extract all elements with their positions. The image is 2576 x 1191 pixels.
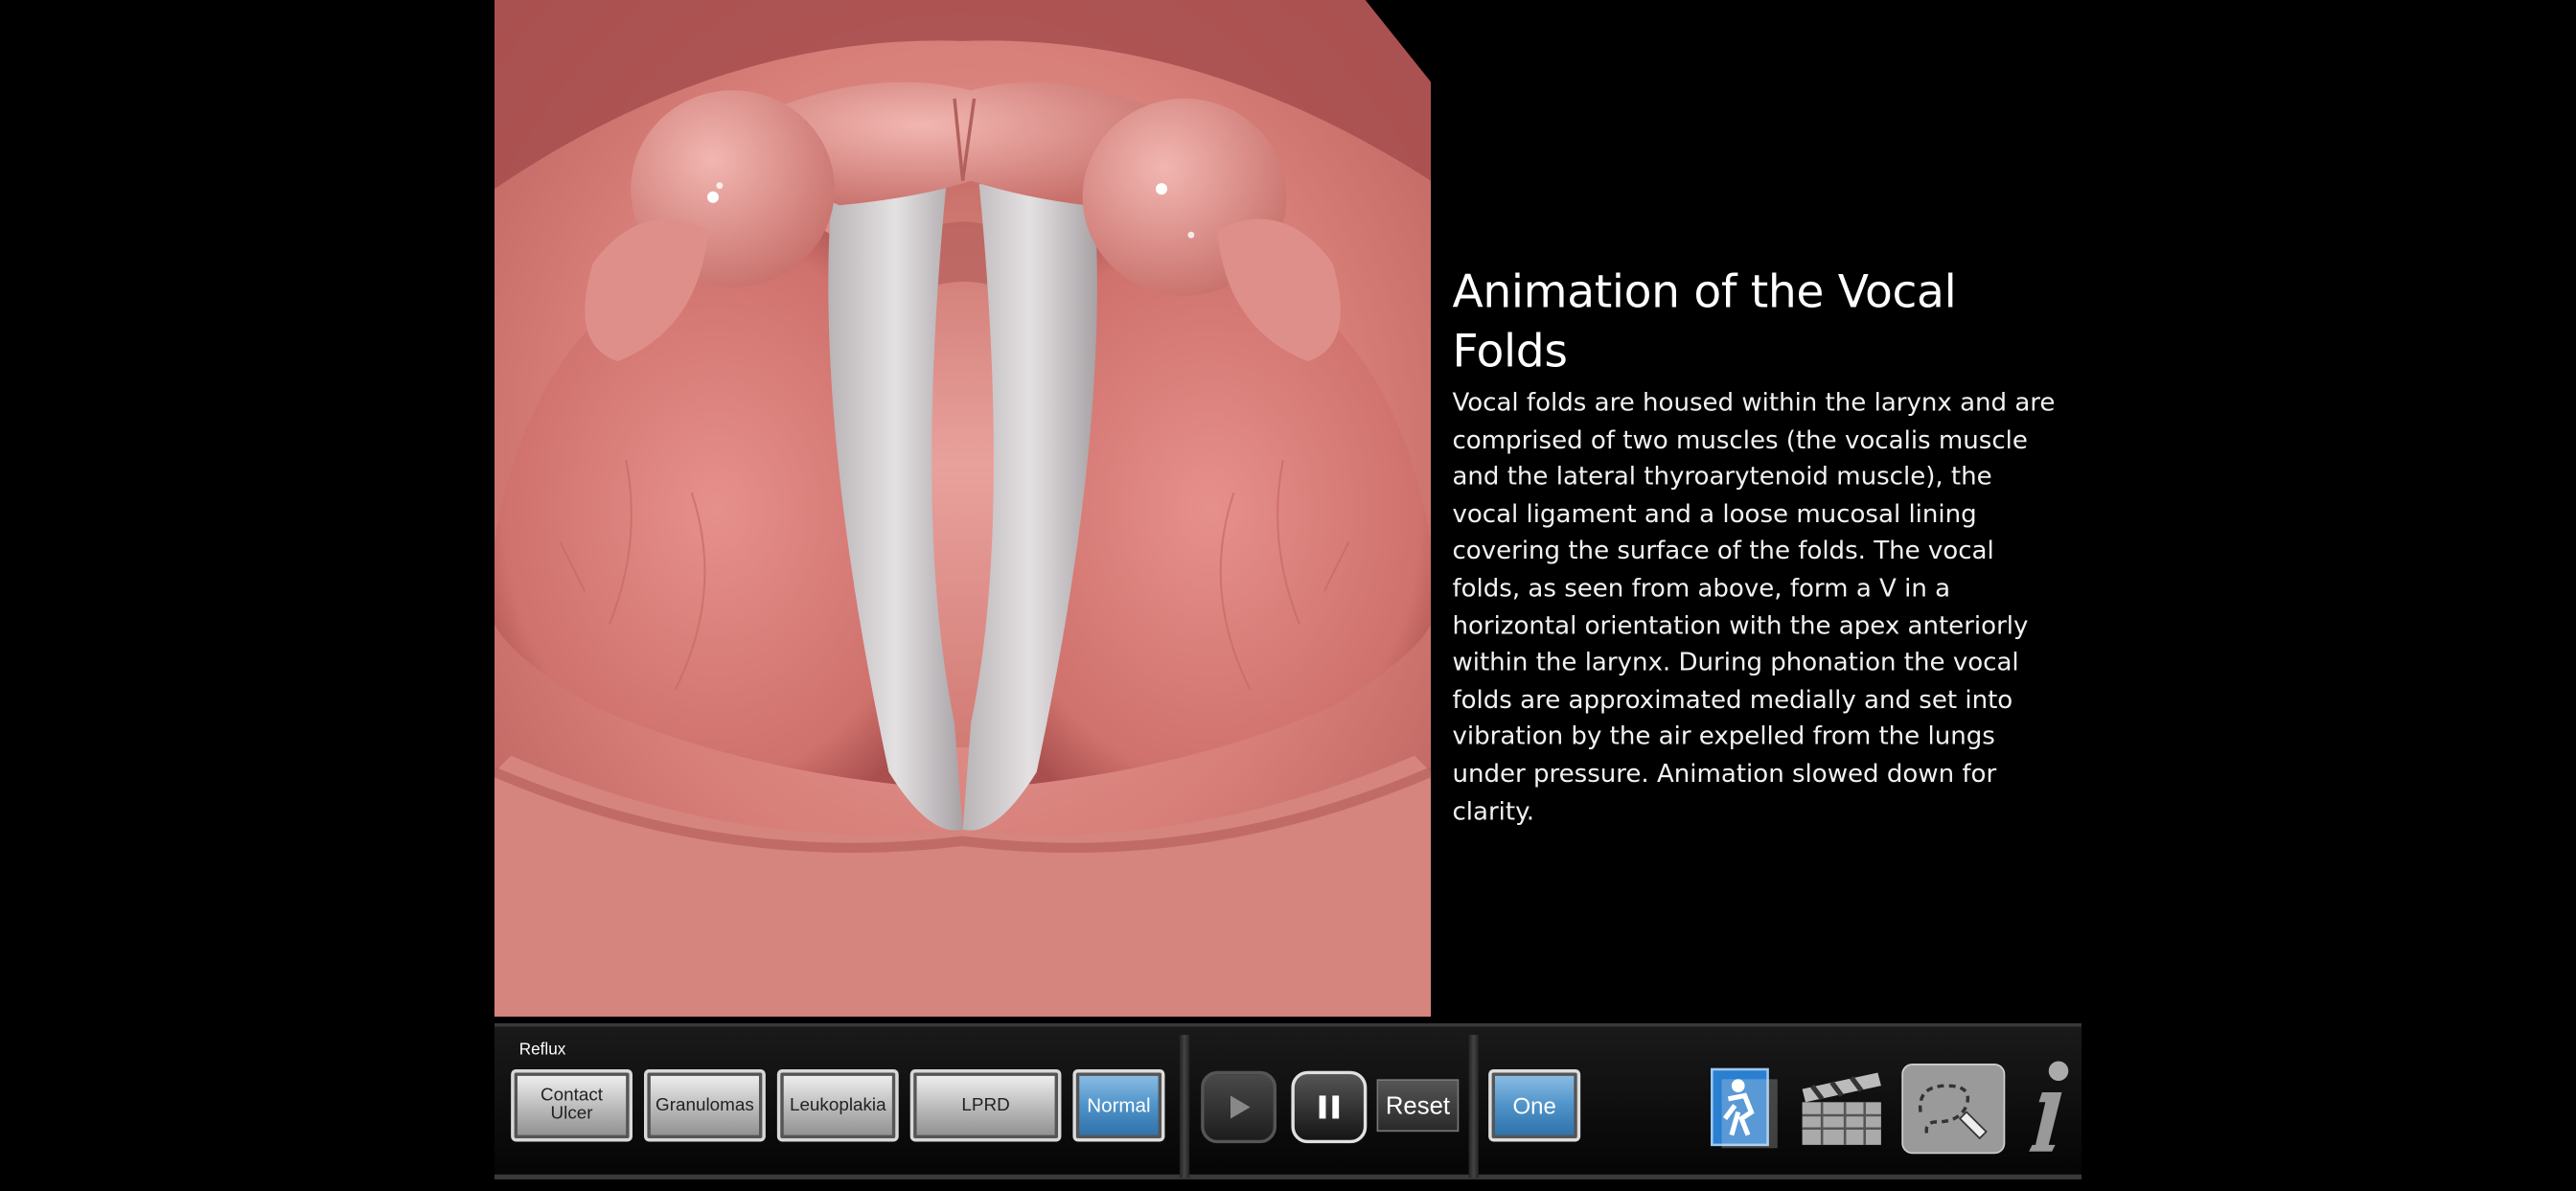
- play-button[interactable]: [1201, 1070, 1277, 1144]
- description-text: Vocal folds are housed within the larynx…: [1452, 387, 2056, 826]
- contact-ulcer-button[interactable]: Contact Ulcer: [511, 1069, 633, 1142]
- group-label-reflux: Reflux: [518, 1041, 566, 1060]
- contact-ulcer-label-line1: Contact: [540, 1086, 604, 1106]
- lasso-draw-icon[interactable]: [1900, 1063, 2006, 1155]
- clapperboard-icon[interactable]: [1796, 1066, 1888, 1149]
- info-icon[interactable]: [2019, 1056, 2079, 1157]
- toolbar-divider: [1468, 1035, 1479, 1179]
- patient-document-icon[interactable]: [1705, 1063, 1778, 1152]
- leukoplakia-button[interactable]: Leukoplakia: [776, 1069, 899, 1142]
- reset-button[interactable]: Reset: [1376, 1079, 1460, 1133]
- one-button[interactable]: One: [1488, 1069, 1581, 1142]
- toolbar-divider: [1179, 1035, 1190, 1179]
- pause-icon: [1319, 1095, 1340, 1119]
- vocal-folds-illustration: [494, 0, 1432, 1018]
- info-panel: Animation of the Vocal Folds Vocal folds…: [1452, 263, 2059, 830]
- contact-ulcer-label-line2: Ulcer: [550, 1104, 593, 1124]
- normal-button[interactable]: Normal: [1072, 1069, 1165, 1142]
- page-title: Animation of the Vocal Folds: [1452, 265, 1957, 378]
- play-icon: [1230, 1095, 1251, 1119]
- pause-button[interactable]: [1291, 1070, 1368, 1144]
- bottom-toolbar: Reflux Contact Ulcer Granulomas Leukopla…: [494, 1023, 2082, 1180]
- lprd-button[interactable]: LPRD: [909, 1069, 1062, 1142]
- granulomas-button[interactable]: Granulomas: [644, 1069, 766, 1142]
